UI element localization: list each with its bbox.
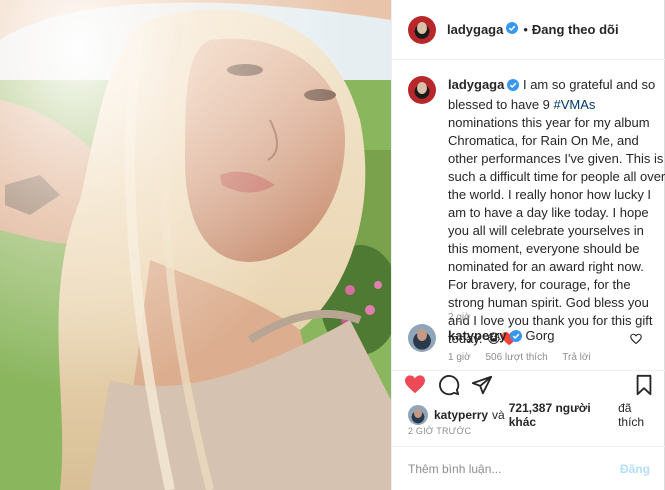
verified-badge-icon xyxy=(507,78,520,96)
likes-suffix: đã thích xyxy=(618,401,645,429)
post-comment-button[interactable]: Đăng xyxy=(620,462,650,476)
comment-time: 1 giờ xyxy=(448,352,471,363)
comment-bubble-icon[interactable] xyxy=(438,374,460,401)
bookmark-icon[interactable] xyxy=(634,374,654,401)
likes-summary: katyperry và 721,387 người khác đã thích xyxy=(408,401,658,429)
caption-body-end: nominations this year for my album Chrom… xyxy=(448,115,665,346)
author-info: ladygaga • Đang theo dõi xyxy=(447,21,619,39)
following-button[interactable]: Đang theo dõi xyxy=(532,22,619,37)
others-likes-count[interactable]: 721,387 người khác xyxy=(509,401,614,429)
author-username[interactable]: ladygaga xyxy=(447,22,503,37)
commenter-username[interactable]: katyperry xyxy=(448,328,507,343)
comment-text: katyperry Gorg xyxy=(448,328,554,345)
post-photo[interactable] xyxy=(0,0,391,490)
selfie-image xyxy=(0,0,391,490)
caption-text: ladygaga I am so grateful and so blessed… xyxy=(448,76,665,348)
first-liker-username[interactable]: katyperry xyxy=(434,408,488,422)
action-bar xyxy=(392,370,665,396)
comments-scroll-area[interactable]: ladygaga I am so grateful and so blessed… xyxy=(392,60,665,370)
author-avatar[interactable] xyxy=(408,15,436,44)
hashtag-link[interactable]: #VMAs xyxy=(554,97,596,112)
comment-item: katyperry Gorg 1 giờ 506 lượt thích Trả l… xyxy=(408,324,658,370)
post-header: ladygaga • Đang theo dõi xyxy=(392,0,665,60)
add-comment-form: Đăng xyxy=(392,446,665,490)
paper-plane-icon[interactable] xyxy=(471,374,493,401)
comment-likes-count[interactable]: 506 lượt thích xyxy=(485,352,547,363)
caption-author-avatar[interactable] xyxy=(408,76,436,104)
comment-meta: 1 giờ 506 lượt thích Trả lời xyxy=(448,352,603,363)
liker-avatar[interactable] xyxy=(408,405,428,425)
post-details-panel: ladygaga • Đang theo dõi ladygaga I am s… xyxy=(391,0,665,490)
header-separator: • xyxy=(523,22,528,37)
post-timestamp[interactable]: 2 GIỜ TRƯỚC xyxy=(408,426,471,436)
caption-author-username[interactable]: ladygaga xyxy=(448,77,504,92)
verified-badge-icon xyxy=(506,21,519,39)
reply-button[interactable]: Trả lời xyxy=(562,352,590,363)
verified-badge-icon xyxy=(509,330,522,345)
heart-outline-icon[interactable] xyxy=(630,332,642,350)
comment-body: Gorg xyxy=(525,328,555,343)
likes-conjunction: và xyxy=(492,408,505,422)
heart-filled-icon[interactable] xyxy=(404,374,426,399)
caption-time: 2 giờ xyxy=(448,312,471,323)
comment-input[interactable] xyxy=(408,461,620,476)
commenter-avatar[interactable] xyxy=(408,324,436,352)
